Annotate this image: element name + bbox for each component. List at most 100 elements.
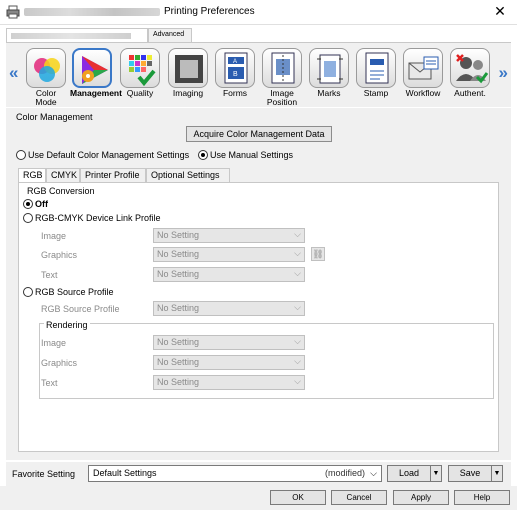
off-label: Off [35, 199, 48, 209]
marks-icon [309, 48, 349, 88]
load-label: Load [388, 466, 431, 481]
source-profile-field-label: RGB Source Profile [41, 304, 120, 314]
source-profile-label: RGB Source Profile [35, 287, 114, 297]
rgb-source-profile-radio[interactable]: RGB Source Profile [23, 286, 114, 297]
text-label: Text [41, 270, 58, 280]
device-link-label: RGB-CMYK Device Link Profile [35, 213, 161, 223]
modified-indicator: (modified) [324, 468, 365, 478]
nav-prev-icon[interactable]: « [9, 63, 18, 83]
quality-icon [120, 48, 160, 88]
tab-blurred[interactable] [6, 28, 148, 42]
chevron-down-icon: ⌵ [294, 376, 301, 386]
tab-optional-settings[interactable]: Optional Settings [146, 168, 230, 182]
select-value: No Setting [157, 377, 200, 387]
select-value: No Setting [157, 269, 200, 279]
rendering-image-label: Image [41, 338, 67, 348]
tab-advanced[interactable]: Advanced [148, 28, 192, 42]
category-label: Quality [126, 88, 154, 98]
category-workflow[interactable]: Workflow [401, 48, 445, 98]
device-link-text-select: No Setting ⌵ [153, 267, 305, 282]
use-manual-radio[interactable]: Use Manual Settings [198, 149, 294, 160]
use-default-radio[interactable]: Use Default Color Management Settings [16, 149, 190, 160]
svg-text:A: A [233, 59, 237, 65]
category-label: Imaging [172, 88, 204, 98]
close-icon[interactable]: ✕ [491, 3, 509, 20]
color-mode-icon [26, 48, 66, 88]
ok-button[interactable]: OK [270, 490, 326, 505]
category-imaging[interactable]: Imaging [166, 48, 210, 98]
image-label: Image [41, 231, 67, 241]
device-link-image-select: No Setting ⌵ [153, 228, 305, 243]
tab-rgb[interactable]: RGB [18, 168, 46, 183]
favorite-setting-value: Default Settings [93, 468, 157, 478]
category-quality[interactable]: Quality [118, 48, 162, 98]
rendering-text-select: No Setting ⌵ [153, 375, 305, 390]
workflow-icon [403, 48, 443, 88]
radio-selected-icon [198, 149, 208, 160]
category-authentication[interactable]: Authent. [448, 48, 492, 98]
chevron-down-icon: ⌵ [294, 336, 301, 346]
chevron-down-icon: ⌵ [294, 302, 301, 312]
select-value: No Setting [157, 357, 200, 367]
svg-text:B: B [233, 71, 238, 78]
category-label: Management [70, 88, 122, 98]
load-button[interactable]: Load ▼ [387, 465, 442, 482]
link-icon: ⛓ [311, 247, 325, 261]
rendering-text-label: Text [41, 378, 58, 388]
nav-next-icon[interactable]: » [499, 63, 508, 83]
favorite-setting-label: Favorite Setting [12, 469, 76, 479]
chevron-down-icon: ⌵ [370, 468, 377, 478]
load-dropdown-icon[interactable]: ▼ [431, 466, 441, 481]
rendering-title: Rendering [44, 320, 90, 330]
radio-icon [23, 212, 33, 223]
category-stamp[interactable]: Stamp [354, 48, 398, 98]
chevron-down-icon: ⌵ [294, 229, 301, 239]
favorite-setting-select[interactable]: Default Settings (modified) ⌵ [88, 465, 382, 482]
radio-icon [16, 149, 26, 160]
favorite-setting-bar: Favorite Setting Default Settings (modif… [6, 462, 511, 486]
select-value: No Setting [157, 249, 200, 259]
blurred-printer-name [24, 8, 160, 16]
acquire-color-management-data-button[interactable]: Acquire Color Management Data [186, 126, 332, 142]
category-forms[interactable]: AB Forms [213, 48, 257, 98]
chevron-down-icon: ⌵ [294, 248, 301, 258]
off-radio[interactable]: Off [23, 198, 48, 209]
category-management[interactable]: Management [70, 48, 122, 98]
rendering-graphics-select: No Setting ⌵ [153, 355, 305, 370]
category-image-position[interactable]: Image Position [260, 48, 304, 107]
save-dropdown-icon[interactable]: ▼ [492, 466, 502, 481]
category-label: Workflow [405, 88, 441, 98]
printer-icon [6, 5, 20, 19]
category-label: Stamp [363, 88, 389, 98]
tab-cmyk[interactable]: CMYK [46, 168, 80, 182]
apply-button[interactable]: Apply [393, 490, 449, 505]
imaging-icon [168, 48, 208, 88]
management-icon [72, 48, 112, 88]
select-value: No Setting [157, 230, 200, 240]
color-management-panel: Color Management Acquire Color Managemen… [6, 108, 511, 460]
device-link-profile-radio[interactable]: RGB-CMYK Device Link Profile [23, 212, 161, 223]
save-button[interactable]: Save ▼ [448, 465, 503, 482]
rendering-graphics-label: Graphics [41, 358, 78, 368]
category-label: Authent. [454, 88, 486, 98]
use-manual-label: Use Manual Settings [210, 150, 294, 160]
chevron-down-icon: ⌵ [294, 268, 301, 278]
category-color-mode[interactable]: Color Mode [24, 48, 68, 107]
dialog-buttons: OK Cancel Apply Help [0, 486, 517, 510]
device-link-graphics-select: No Setting ⌵ [153, 247, 305, 262]
graphics-label: Graphics [41, 250, 78, 260]
category-marks[interactable]: Marks [307, 48, 351, 98]
help-button[interactable]: Help [454, 490, 510, 505]
use-default-label: Use Default Color Management Settings [28, 150, 190, 160]
authentication-icon [450, 48, 490, 88]
radio-icon [23, 286, 33, 297]
rgb-tab-panel: RGB Conversion Off RGB-CMYK Device Link … [18, 182, 499, 452]
rgb-conversion-title: RGB Conversion [27, 186, 95, 196]
rgb-source-profile-select: No Setting ⌵ [153, 301, 305, 316]
category-label: Image Position [266, 88, 298, 107]
category-label: Forms [222, 88, 248, 98]
category-label: Color Mode [35, 88, 57, 107]
cancel-button[interactable]: Cancel [331, 490, 387, 505]
forms-icon: AB [215, 48, 255, 88]
tab-printer-profile[interactable]: Printer Profile [80, 168, 146, 182]
